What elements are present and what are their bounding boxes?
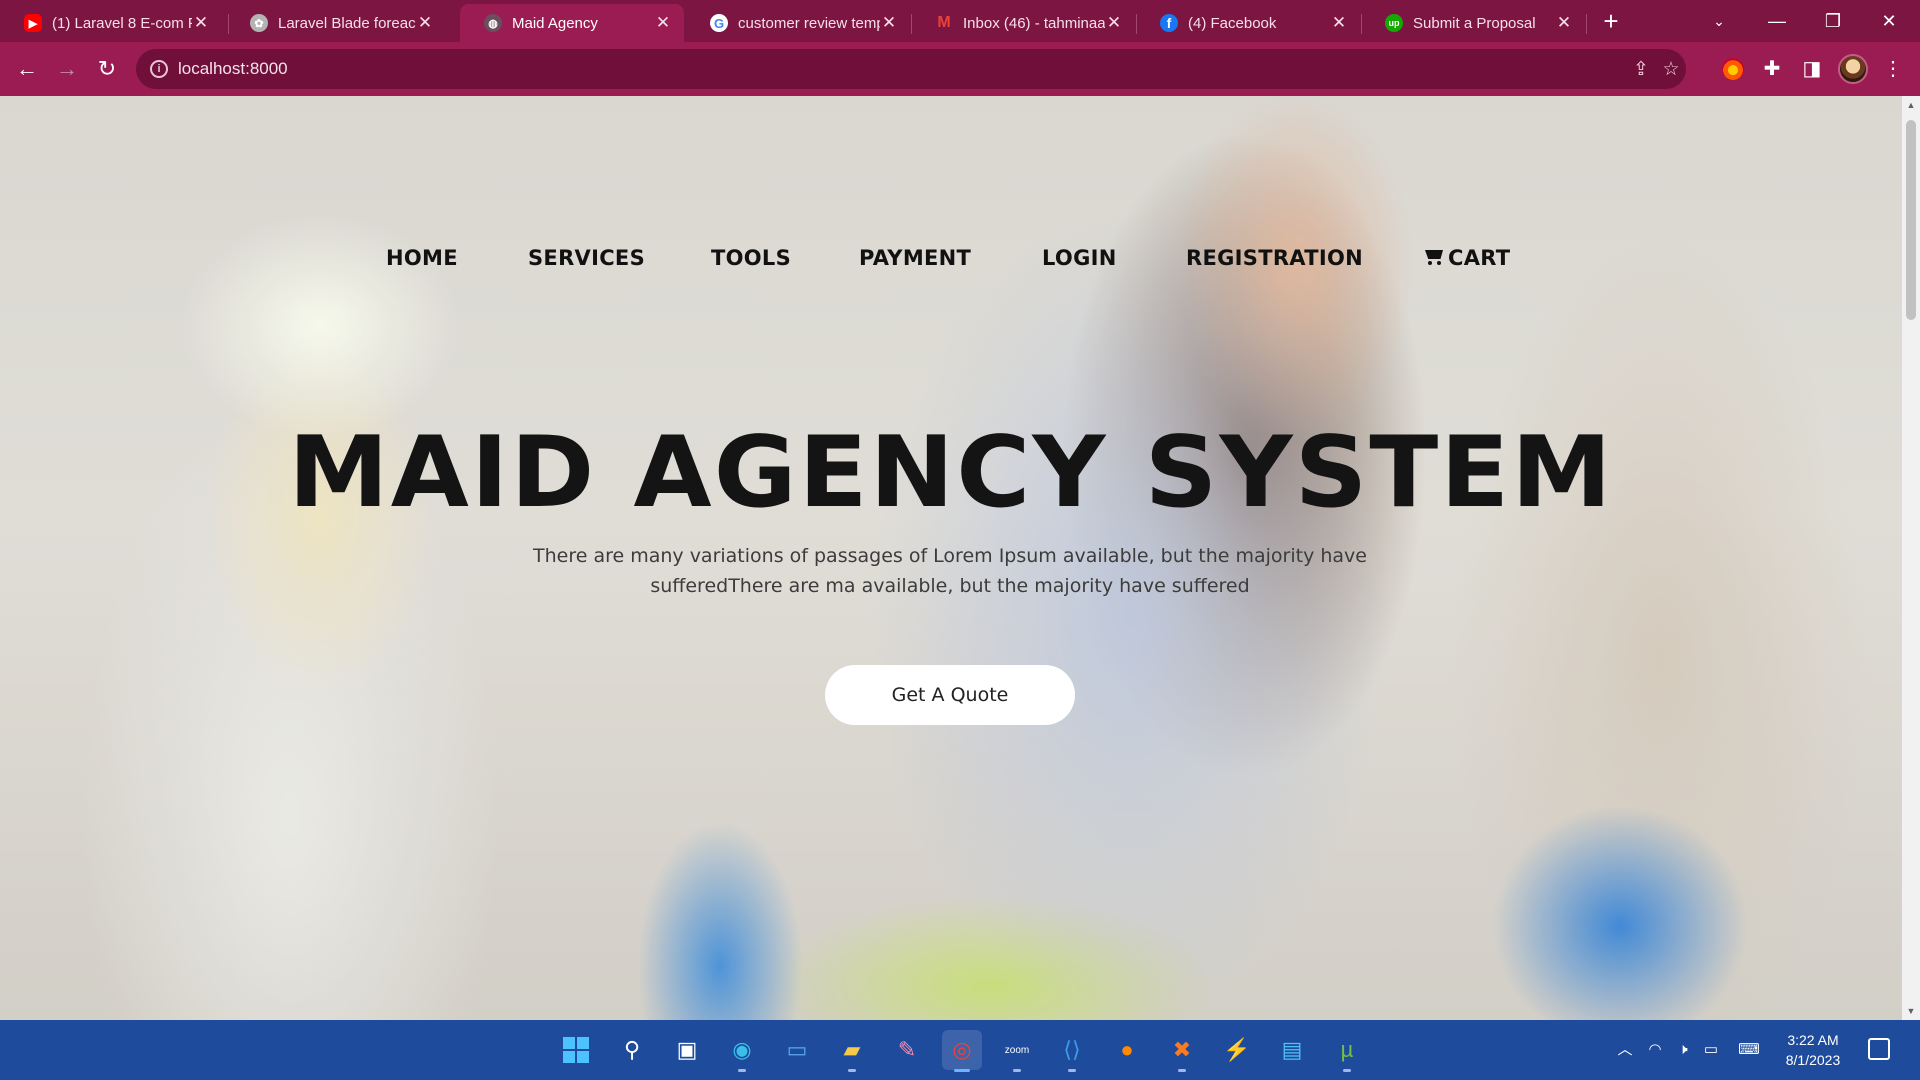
vscode-icon[interactable]: ⟨⟩ <box>1052 1030 1092 1072</box>
site-info-icon[interactable]: i <box>150 60 168 78</box>
file-explorer-icon[interactable]: ▰ <box>832 1030 872 1072</box>
tab-google[interactable]: G customer review temp ✕ <box>686 4 910 42</box>
new-tab-button[interactable]: + <box>1597 8 1625 36</box>
tab-upwork[interactable]: up Submit a Proposal ✕ <box>1361 4 1585 42</box>
scroll-thumb[interactable] <box>1906 120 1916 320</box>
nav-home[interactable]: HOME <box>386 246 458 270</box>
extension-app-icon[interactable] <box>1722 58 1744 80</box>
nav-cart-label: CART <box>1448 246 1511 270</box>
share-icon[interactable]: ⇪ <box>1628 57 1654 83</box>
close-icon[interactable]: ✕ <box>880 13 898 33</box>
page-scrollbar[interactable]: ▲ ▼ <box>1902 96 1920 1020</box>
notepad-icon[interactable]: ▤ <box>1272 1030 1312 1070</box>
nav-login[interactable]: LOGIN <box>1042 246 1117 270</box>
tray-overflow-chevron-icon[interactable]: ︿ <box>1614 1040 1636 1060</box>
windows-taskbar: ⚲ ▣ ◉ ▭ ▰ ✎ ◎ zoom ⟨⟩ ● ✖ ⚡ ▤ µ ︿ ◠ 🕨 ▭ … <box>0 1020 1920 1080</box>
extensions-puzzle-icon[interactable]: ✚ <box>1757 54 1787 84</box>
close-icon[interactable]: ✕ <box>1105 13 1123 33</box>
google-icon: G <box>710 14 728 32</box>
nav-services[interactable]: SERVICES <box>528 246 645 270</box>
nav-registration[interactable]: REGISTRATION <box>1186 246 1363 270</box>
close-icon[interactable]: ✕ <box>654 13 672 33</box>
tab-gmail[interactable]: M Inbox (46) - tahminaal ✕ <box>911 4 1135 42</box>
upwork-icon: up <box>1385 14 1403 32</box>
search-icon[interactable]: ⚲ <box>612 1030 652 1070</box>
clock-date: 8/1/2023 <box>1785 1052 1841 1068</box>
chatgpt-icon: ✿ <box>250 14 268 32</box>
wifi-icon[interactable]: ◠ <box>1644 1040 1666 1060</box>
browser-toolbar: ← → ↻ i localhost:8000 ⇪ ☆ ✚ ◨ ⋮ <box>0 42 1920 96</box>
menu-kebab-icon[interactable]: ⋮ <box>1878 54 1908 84</box>
tab-title: Inbox (46) - tahminaal <box>963 14 1105 32</box>
system-clock[interactable]: 3:22 AM 8/1/2023 <box>1770 1030 1856 1070</box>
tab-youtube[interactable]: ▶ (1) Laravel 8 E-com Pa ✕ <box>0 4 222 42</box>
tab-title: (4) Facebook <box>1188 14 1277 32</box>
hero-description: There are many variations of passages of… <box>532 545 1367 597</box>
tab-search-icon[interactable]: ⌄ <box>1692 6 1746 36</box>
close-icon[interactable]: ✕ <box>416 13 434 33</box>
app-icon[interactable]: ⚡ <box>1217 1030 1257 1070</box>
tab-title: customer review temp <box>738 14 880 32</box>
url-text[interactable]: localhost:8000 <box>178 59 288 79</box>
forward-icon[interactable]: → <box>52 54 82 84</box>
tab-title: (1) Laravel 8 E-com Pa <box>52 14 192 32</box>
globe-icon: ◍ <box>484 14 502 32</box>
clock-time: 3:22 AM <box>1787 1032 1839 1048</box>
nav-tools[interactable]: TOOLS <box>711 246 791 270</box>
start-icon[interactable] <box>556 1030 596 1070</box>
tab-chatgpt[interactable]: ✿ Laravel Blade foreach ✕ <box>226 4 446 42</box>
nav-cart[interactable]: CART <box>1425 246 1510 270</box>
whiteboard-icon[interactable]: ▭ <box>777 1030 817 1070</box>
notification-icon[interactable] <box>1868 1038 1890 1060</box>
volume-muted-icon[interactable]: 🕨 <box>1672 1040 1694 1060</box>
hero-title: MAID AGENCY SYSTEM <box>288 416 1614 530</box>
firefox-icon[interactable]: ● <box>1107 1030 1147 1070</box>
side-panel-icon[interactable]: ◨ <box>1797 54 1827 84</box>
battery-icon[interactable]: ▭ <box>1700 1040 1722 1060</box>
scroll-up-arrow-icon[interactable]: ▲ <box>1906 100 1916 110</box>
bookmark-star-icon[interactable]: ☆ <box>1658 57 1684 83</box>
tab-title: Maid Agency <box>512 14 598 32</box>
tab-title: Laravel Blade foreach <box>278 14 416 32</box>
youtube-icon: ▶ <box>24 14 42 32</box>
xampp-icon[interactable]: ✖ <box>1162 1030 1202 1072</box>
utorrent-icon[interactable]: µ <box>1327 1030 1367 1072</box>
chrome-icon[interactable]: ◎ <box>942 1030 982 1072</box>
scroll-down-arrow-icon[interactable]: ▼ <box>1906 1006 1916 1016</box>
keyboard-icon[interactable]: ⌨ <box>1734 1040 1764 1060</box>
close-icon[interactable]: ✕ <box>192 13 210 33</box>
task-view-icon[interactable]: ▣ <box>667 1030 707 1070</box>
tab-separator <box>1586 14 1587 34</box>
gmail-icon: M <box>937 14 951 31</box>
reload-icon[interactable]: ↻ <box>92 54 122 84</box>
paint-icon[interactable]: ✎ <box>887 1030 927 1070</box>
restore-icon[interactable]: ❐ <box>1806 6 1860 36</box>
close-icon[interactable]: ✕ <box>1555 13 1573 33</box>
browser-tab-strip: ▶ (1) Laravel 8 E-com Pa ✕ ✿ Laravel Bla… <box>0 0 1920 42</box>
cart-icon <box>1425 249 1445 265</box>
tab-maid-agency[interactable]: ◍ Maid Agency ✕ <box>460 4 684 42</box>
close-icon[interactable]: ✕ <box>1330 13 1348 33</box>
nav-payment[interactable]: PAYMENT <box>859 246 971 270</box>
profile-avatar[interactable] <box>1838 54 1868 84</box>
page-viewport: HOME SERVICES TOOLS PAYMENT LOGIN REGIST… <box>0 96 1902 1020</box>
facebook-icon: f <box>1160 14 1178 32</box>
tab-title: Submit a Proposal <box>1413 14 1536 32</box>
tab-facebook[interactable]: f (4) Facebook ✕ <box>1136 4 1360 42</box>
minimize-icon[interactable]: — <box>1750 6 1804 36</box>
window-close-icon[interactable]: ✕ <box>1862 6 1916 36</box>
get-a-quote-button[interactable]: Get A Quote <box>825 665 1075 725</box>
site-navbar: HOME SERVICES TOOLS PAYMENT LOGIN REGIST… <box>0 246 1902 286</box>
address-bar[interactable]: i localhost:8000 ⇪ ☆ <box>136 49 1686 89</box>
edge-icon[interactable]: ◉ <box>722 1030 762 1072</box>
zoom-icon[interactable]: zoom <box>997 1030 1037 1072</box>
back-icon[interactable]: ← <box>12 54 42 84</box>
